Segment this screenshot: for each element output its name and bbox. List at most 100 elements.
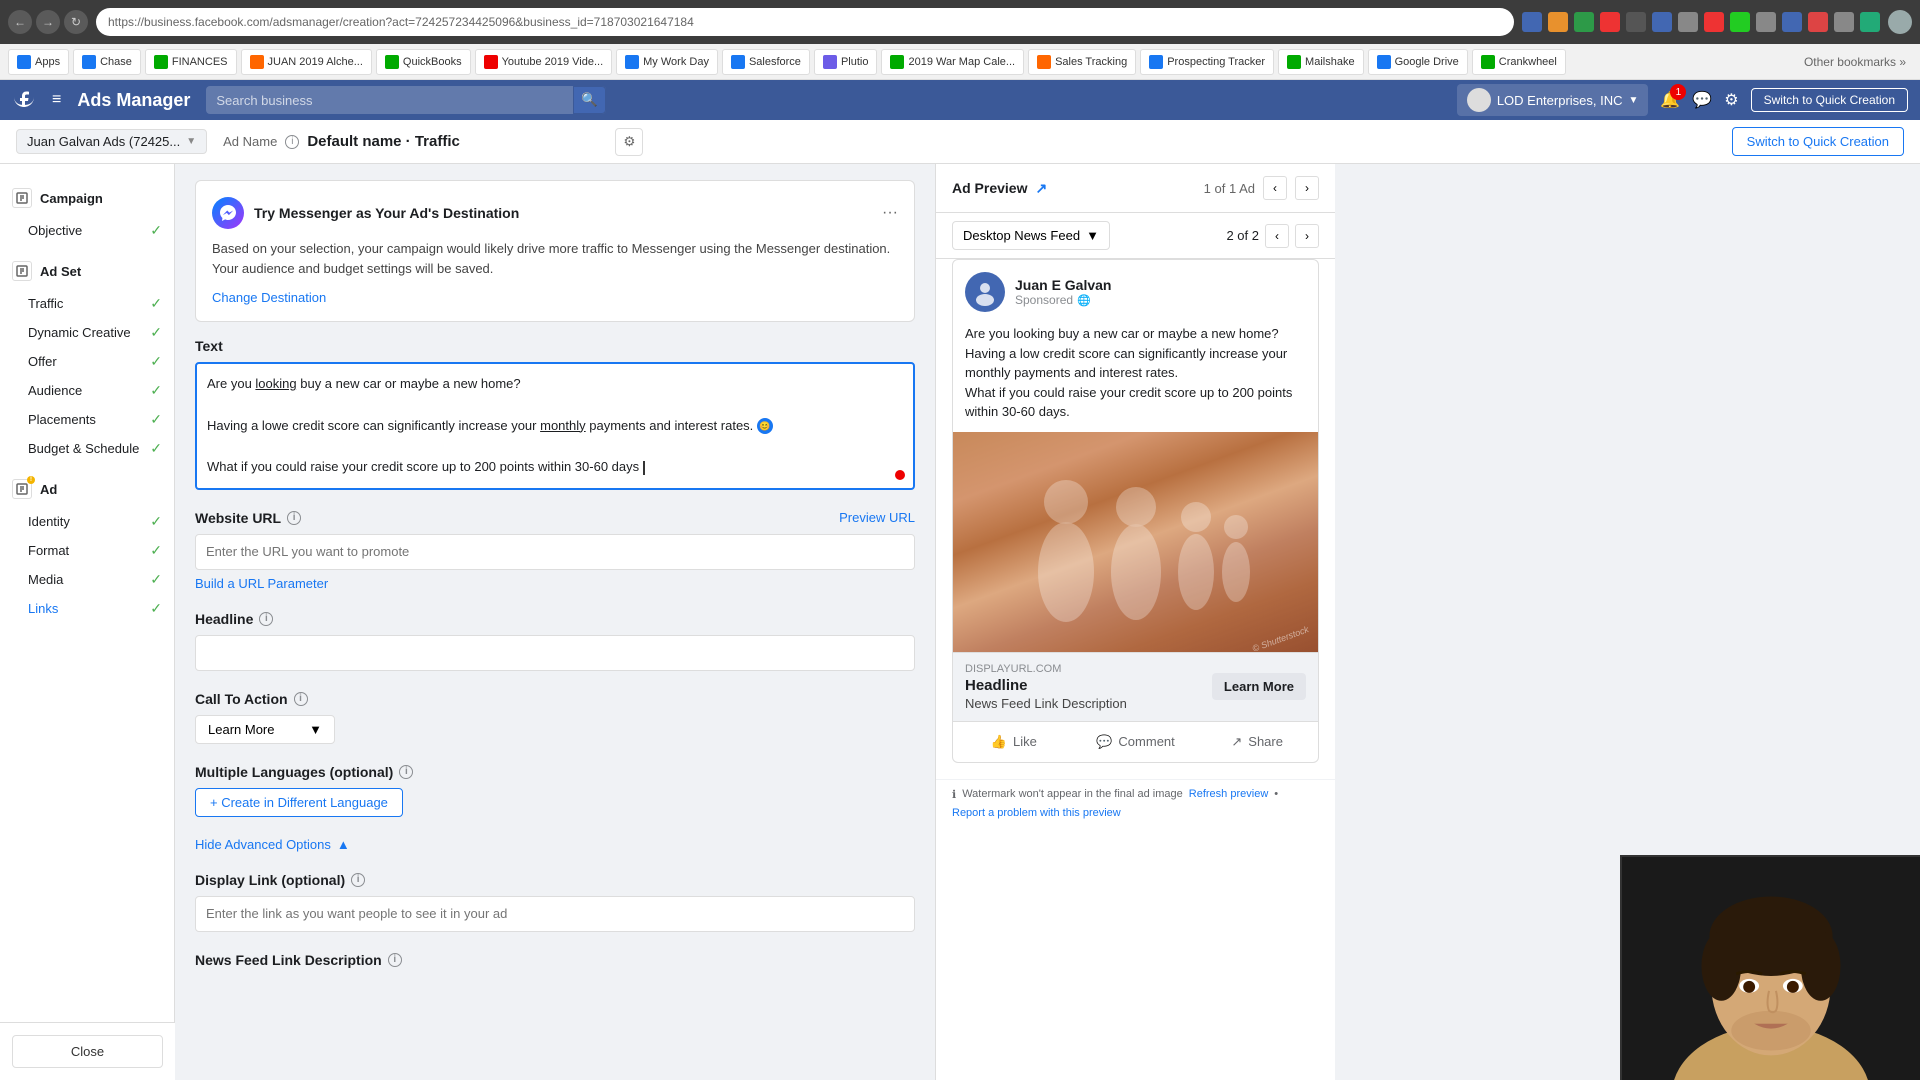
close-btn[interactable]: Close <box>12 1035 163 1068</box>
more-bookmarks-btn[interactable]: Other bookmarks » <box>1798 53 1912 71</box>
sidebar-item-budget-schedule[interactable]: Budget & Schedule ✓ <box>0 434 174 463</box>
campaign-section-header[interactable]: Campaign <box>0 180 174 216</box>
separator-bullet: • <box>1274 788 1278 800</box>
left-sidebar: Campaign Objective ✓ Ad Set Traffic ✓ Dy… <box>0 164 175 1080</box>
preview-prev-btn[interactable]: ‹ <box>1263 176 1287 200</box>
sidebar-item-identity[interactable]: Identity ✓ <box>0 507 174 536</box>
display-link-info-icon[interactable]: i <box>351 873 365 887</box>
ad-share-btn[interactable]: ↗ Share <box>1196 726 1318 758</box>
preview-page-count: 2 of 2 <box>1226 228 1259 243</box>
ad-preview-external-link-icon[interactable]: ↗ <box>1035 180 1047 197</box>
languages-info-icon[interactable]: i <box>399 765 413 779</box>
hide-advanced-arrow-icon: ▲ <box>337 837 350 852</box>
ad-like-btn[interactable]: 👍 Like <box>953 726 1075 758</box>
sidebar-item-dynamic-creative[interactable]: Dynamic Creative ✓ <box>0 318 174 347</box>
sidebar-item-media[interactable]: Media ✓ <box>0 565 174 594</box>
change-destination-link[interactable]: Change Destination <box>212 290 326 305</box>
preview-count-label: 1 of 1 Ad <box>1204 181 1255 196</box>
learn-more-preview-btn[interactable]: Learn More <box>1212 673 1306 700</box>
bookmark-salesforce[interactable]: Salesforce <box>722 49 810 75</box>
account-selector[interactable]: Juan Galvan Ads (72425... ▼ <box>16 129 207 154</box>
ad-name-input[interactable] <box>307 133 607 150</box>
nav-refresh-btn[interactable]: ↻ <box>64 10 88 34</box>
refresh-preview-link[interactable]: Refresh preview <box>1189 788 1268 800</box>
bookmark-youtube[interactable]: Youtube 2019 Vide... <box>475 49 613 75</box>
ad-link-section: DISPLAYURL.COM Headline News Feed Link D… <box>953 652 1318 721</box>
sidebar-item-format[interactable]: Format ✓ <box>0 536 174 565</box>
account-dropdown-icon: ▼ <box>1629 95 1639 106</box>
bookmark-mailshake[interactable]: Mailshake <box>1278 49 1364 75</box>
text-label: Text <box>195 338 915 354</box>
ad-name-gear-btn[interactable]: ⚙ <box>615 128 643 156</box>
preview-page-prev-btn[interactable]: ‹ <box>1265 224 1289 248</box>
display-link-input[interactable] <box>195 896 915 932</box>
headline-input[interactable] <box>195 635 915 671</box>
share-label: Share <box>1248 734 1283 749</box>
newsfeed-link-info-icon[interactable]: i <box>388 953 402 967</box>
bookmark-apps[interactable]: Apps <box>8 49 69 75</box>
bookmark-label-apps: Apps <box>35 56 60 68</box>
bookmark-juan[interactable]: JUAN 2019 Alche... <box>241 49 372 75</box>
hamburger-menu-icon[interactable]: ≡ <box>52 91 61 109</box>
preview-next-btn[interactable]: › <box>1295 176 1319 200</box>
ad-sponsored-label: Sponsored 🌐 <box>1015 293 1111 307</box>
text-input-area[interactable]: Are you looking buy a new car or maybe a… <box>195 362 915 490</box>
notifications-bell-icon[interactable]: 🔔 1 <box>1660 90 1680 110</box>
placement-dropdown-btn[interactable]: Desktop News Feed ▼ <box>952 221 1110 250</box>
app-name-label: Ads Manager <box>77 90 190 111</box>
bookmark-plutio[interactable]: Plutio <box>814 49 878 75</box>
sidebar-item-links[interactable]: Links ✓ <box>0 594 174 623</box>
messenger-more-options-icon[interactable]: ··· <box>882 204 898 222</box>
bookmark-crankwheel[interactable]: Crankwheel <box>1472 49 1566 75</box>
bookmark-myworkday[interactable]: My Work Day <box>616 49 718 75</box>
sidebar-item-traffic[interactable]: Traffic ✓ <box>0 289 174 318</box>
preview-nav: 1 of 1 Ad ‹ › <box>1204 176 1319 200</box>
preview-page-next-btn[interactable]: › <box>1295 224 1319 248</box>
sidebar-item-dynamic-creative-label: Dynamic Creative <box>28 325 131 340</box>
account-switcher[interactable]: LOD Enterprises, INC ▼ <box>1457 84 1649 116</box>
search-submit-btn[interactable]: 🔍 <box>573 86 607 114</box>
settings-gear-icon[interactable]: ⚙ <box>1724 90 1738 110</box>
bookmark-chase[interactable]: Chase <box>73 49 141 75</box>
sidebar-item-offer[interactable]: Offer ✓ <box>0 347 174 376</box>
ad-comment-btn[interactable]: 💬 Comment <box>1075 726 1197 758</box>
sidebar-item-audience[interactable]: Audience ✓ <box>0 376 174 405</box>
bookmark-finances[interactable]: FINANCES <box>145 49 237 75</box>
bookmark-warmap[interactable]: 2019 War Map Cale... <box>881 49 1024 75</box>
sidebar-placements-check-icon: ✓ <box>150 411 162 428</box>
sidebar-item-media-label: Media <box>28 572 63 587</box>
sidebar-item-objective[interactable]: Objective ✓ <box>0 216 174 245</box>
preview-url-link[interactable]: Preview URL <box>839 510 915 525</box>
bookmark-googledrive[interactable]: Google Drive <box>1368 49 1468 75</box>
bookmark-label-chase: Chase <box>100 56 132 68</box>
url-info-icon[interactable]: i <box>287 511 301 525</box>
cta-dropdown-btn[interactable]: Learn More ▼ <box>195 715 335 744</box>
build-url-link[interactable]: Build a URL Parameter <box>195 576 915 591</box>
ad-poster-name: Juan E Galvan <box>1015 277 1111 293</box>
bookmark-label-warmap: 2019 War Map Cale... <box>908 56 1015 68</box>
switch-quick-creation-btn[interactable]: Switch to Quick Creation <box>1751 88 1908 112</box>
url-input[interactable] <box>195 534 915 570</box>
bookmark-salestracking[interactable]: Sales Tracking <box>1028 49 1136 75</box>
report-problem-link[interactable]: Report a problem with this preview <box>952 807 1121 819</box>
messages-icon[interactable]: 💬 <box>1692 90 1712 110</box>
bookmark-prospecting[interactable]: Prospecting Tracker <box>1140 49 1274 75</box>
search-input[interactable] <box>216 93 572 108</box>
search-box[interactable]: 🔍 <box>206 86 606 114</box>
url-bar[interactable]: https://business.facebook.com/adsmanager… <box>96 8 1514 36</box>
ad-set-section-header[interactable]: Ad Set <box>0 253 174 289</box>
nav-forward-btn[interactable]: → <box>36 10 60 34</box>
headline-info-icon[interactable]: i <box>259 612 273 626</box>
cta-info-icon[interactable]: i <box>294 692 308 706</box>
hide-advanced-options-toggle[interactable]: Hide Advanced Options ▲ <box>195 837 915 852</box>
create-language-btn[interactable]: + Create in Different Language <box>195 788 403 817</box>
bookmark-quickbooks[interactable]: QuickBooks <box>376 49 471 75</box>
sidebar-item-placements[interactable]: Placements ✓ <box>0 405 174 434</box>
switch-quick-creation-header-btn[interactable]: Switch to Quick Creation <box>1732 127 1904 156</box>
extension-icon-5 <box>1626 12 1646 32</box>
ad-name-info-icon[interactable]: i <box>285 135 299 149</box>
text-label-text: Text <box>195 338 223 354</box>
ad-section-header[interactable]: ! Ad <box>0 471 174 507</box>
fb-logo-icon <box>12 85 36 115</box>
nav-back-btn[interactable]: ← <box>8 10 32 34</box>
